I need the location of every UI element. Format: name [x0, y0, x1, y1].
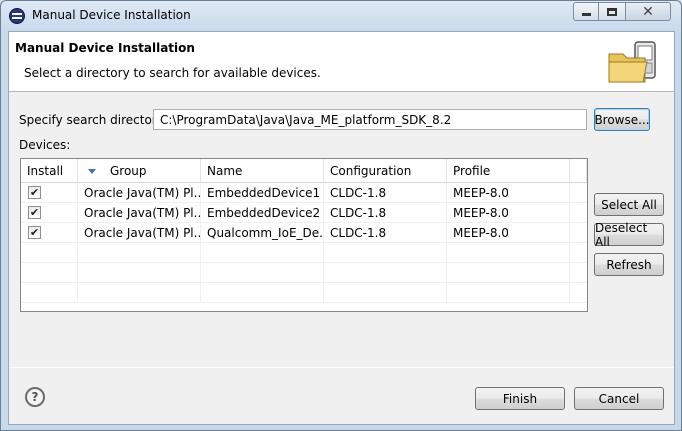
table-row[interactable]: ✔ Oracle Java(TM) Pl... EmbeddedDevice1 … — [21, 183, 587, 203]
empty-cell — [21, 243, 78, 263]
group-cell: Oracle Java(TM) Pl... — [78, 223, 201, 243]
cancel-button[interactable]: Cancel — [574, 387, 664, 410]
close-icon: ✕ — [642, 3, 654, 20]
configuration-cell: CLDC-1.8 — [324, 183, 447, 203]
empty-cell — [324, 243, 447, 263]
maximize-icon — [607, 7, 617, 16]
eclipse-app-icon — [9, 8, 25, 24]
empty-cell — [447, 243, 570, 263]
search-directory-input[interactable] — [153, 109, 587, 130]
empty-cell — [78, 263, 201, 283]
install-checkbox[interactable]: ✔ — [28, 226, 41, 239]
devices-table: Install Group Name Configuration Profile… — [20, 158, 588, 312]
install-cell: ✔ — [21, 183, 78, 203]
empty-cell — [78, 283, 201, 303]
devices-label: Devices: — [19, 138, 71, 152]
empty-cell — [324, 263, 447, 283]
profile-cell: MEEP-8.0 — [447, 203, 570, 223]
close-button[interactable]: ✕ — [626, 2, 671, 21]
refresh-button[interactable]: Refresh — [594, 253, 664, 276]
column-header-group-label: Group — [110, 164, 147, 178]
table-header: Install Group Name Configuration Profile — [21, 159, 587, 183]
empty-row — [21, 243, 587, 263]
maximize-button[interactable] — [599, 2, 626, 21]
empty-cell — [201, 283, 324, 303]
browse-button[interactable]: Browse... — [594, 108, 650, 131]
empty-cell — [201, 243, 324, 263]
empty-cell — [201, 263, 324, 283]
title-bar[interactable]: Manual Device Installation ✕ — [1, 1, 681, 30]
name-cell: EmbeddedDevice2 — [201, 203, 324, 223]
dialog-content: Manual Device Installation Select a dire… — [8, 31, 675, 425]
empty-cell — [447, 283, 570, 303]
column-header-install[interactable]: Install — [21, 159, 78, 183]
empty-row — [21, 283, 587, 303]
name-cell: Qualcomm_IoE_De... — [201, 223, 324, 243]
install-checkbox[interactable]: ✔ — [28, 206, 41, 219]
minimize-button[interactable] — [573, 2, 599, 21]
group-cell: Oracle Java(TM) Pl... — [78, 203, 201, 223]
finish-button[interactable]: Finish — [475, 387, 565, 410]
minimize-icon — [581, 13, 591, 16]
column-header-configuration[interactable]: Configuration — [324, 159, 447, 183]
install-cell: ✔ — [21, 223, 78, 243]
help-icon[interactable]: ? — [25, 387, 45, 407]
banner-title: Manual Device Installation — [15, 41, 195, 55]
install-cell: ✔ — [21, 203, 78, 223]
column-header-name[interactable]: Name — [201, 159, 324, 183]
select-all-button[interactable]: Select All — [594, 193, 664, 216]
empty-cell — [324, 283, 447, 303]
column-header-filler — [570, 159, 587, 183]
empty-row — [21, 263, 587, 283]
column-header-group[interactable]: Group — [78, 159, 201, 183]
empty-cell — [21, 263, 78, 283]
empty-cell — [78, 243, 201, 263]
profile-cell: MEEP-8.0 — [447, 183, 570, 203]
column-header-profile[interactable]: Profile — [447, 159, 570, 183]
configuration-cell: CLDC-1.8 — [324, 203, 447, 223]
banner-description: Select a directory to search for availab… — [24, 66, 321, 80]
deselect-all-button[interactable]: Deselect All — [594, 221, 664, 249]
dialog-window: Manual Device Installation ✕ Manual Devi… — [0, 0, 682, 431]
table-row[interactable]: ✔ Oracle Java(TM) Pl... EmbeddedDevice2 … — [21, 203, 587, 223]
search-directory-label: Specify search directory: — [19, 113, 168, 127]
empty-cell — [21, 283, 78, 303]
name-cell: EmbeddedDevice1 — [201, 183, 324, 203]
install-checkbox[interactable]: ✔ — [28, 186, 41, 199]
header-banner: Manual Device Installation Select a dire… — [9, 32, 674, 92]
group-cell: Oracle Java(TM) Pl... — [78, 183, 201, 203]
empty-cell — [447, 263, 570, 283]
table-row[interactable]: ✔ Oracle Java(TM) Pl... Qualcomm_IoE_De.… — [21, 223, 587, 243]
window-title: Manual Device Installation — [32, 8, 191, 22]
folder-device-icon — [608, 41, 656, 83]
profile-cell: MEEP-8.0 — [447, 223, 570, 243]
sort-descending-icon — [88, 169, 96, 174]
footer-separator — [9, 367, 674, 368]
configuration-cell: CLDC-1.8 — [324, 223, 447, 243]
